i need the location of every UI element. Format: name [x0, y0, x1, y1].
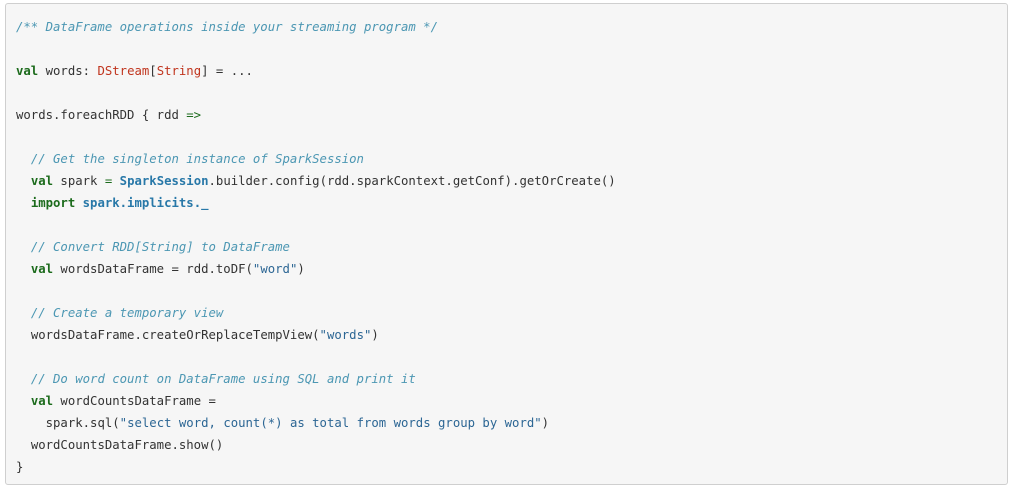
type-argument: String — [156, 64, 202, 78]
keyword-val: val — [30, 262, 54, 276]
code-line-12: val wordsDataFrame = rdd.toDF("word") — [16, 258, 616, 280]
code-line-9: import spark.implicits._ — [16, 192, 616, 214]
code-block: /** DataFrame operations inside your str… — [5, 3, 1008, 485]
code-line-7: // Get the singleton instance of SparkSe… — [16, 148, 616, 170]
arrow-operator: => — [186, 108, 202, 122]
code-line-14: // Create a temporary view — [16, 302, 616, 324]
code-paren: ) — [297, 262, 305, 276]
code-line-5: words.foreachRDD { rdd => — [16, 104, 616, 126]
code-identifier: words: — [38, 64, 98, 78]
code-text-segment: wordCountsDataFrame.show() — [30, 438, 224, 452]
code-rest: wordCountsDataFrame = — [53, 394, 216, 408]
code-text-segment: spark.sql( — [45, 416, 120, 430]
keyword-val: val — [30, 394, 54, 408]
code-paren: ) — [371, 328, 379, 342]
code-line-15: wordsDataFrame.createOrReplaceTempView("… — [16, 324, 616, 346]
code-line-8: val spark = SparkSession.builder.config(… — [16, 170, 616, 192]
code-comment: // Get the singleton instance of SparkSe… — [30, 152, 364, 166]
code-comment: // Convert RDD[String] to DataFrame — [30, 240, 290, 254]
code-bracket: ] — [201, 64, 209, 78]
code-line-19: spark.sql("select word, count(*) as tota… — [16, 412, 616, 434]
keyword-val: val — [30, 174, 54, 188]
string-literal: "words" — [319, 328, 372, 342]
code-line-18: val wordCountsDataFrame = — [16, 390, 616, 412]
code-comment: /** DataFrame operations inside your str… — [16, 20, 438, 34]
string-literal: "word" — [252, 262, 298, 276]
code-line-21: } — [16, 456, 616, 478]
code-bracket: [ — [149, 64, 157, 78]
keyword-import: import — [30, 196, 76, 210]
code-rest: = ... — [208, 64, 253, 78]
class-name: SparkSession — [119, 174, 209, 188]
code-paren: ) — [541, 416, 550, 430]
code-line-3: val words: DStream[String] = ... — [16, 60, 616, 82]
code-text-segment: wordsDataFrame.createOrReplaceTempView( — [30, 328, 320, 342]
import-path: spark.implicits._ — [82, 196, 209, 210]
code-comment: // Do word count on DataFrame using SQL … — [30, 372, 416, 386]
code-rest: wordsDataFrame = rdd.toDF( — [53, 262, 253, 276]
code-line-17: // Do word count on DataFrame using SQL … — [16, 368, 616, 390]
keyword-val: val — [16, 64, 39, 78]
code-rest: .builder.config(rdd.sparkContext.getConf… — [208, 174, 616, 188]
code-line-20: wordCountsDataFrame.show() — [16, 434, 616, 456]
string-literal: "select word, count(*) as total from wor… — [119, 416, 542, 430]
code-identifier: spark — [53, 174, 105, 188]
code-line-1: /** DataFrame operations inside your str… — [16, 16, 616, 38]
code-text-segment: words.foreachRDD { rdd — [16, 108, 187, 122]
code-line-11: // Convert RDD[String] to DataFrame — [16, 236, 616, 258]
type-name: DStream — [97, 64, 150, 78]
code-comment: // Create a temporary view — [30, 306, 224, 320]
code-text: /** DataFrame operations inside your str… — [16, 16, 616, 478]
closing-brace: } — [16, 460, 24, 474]
